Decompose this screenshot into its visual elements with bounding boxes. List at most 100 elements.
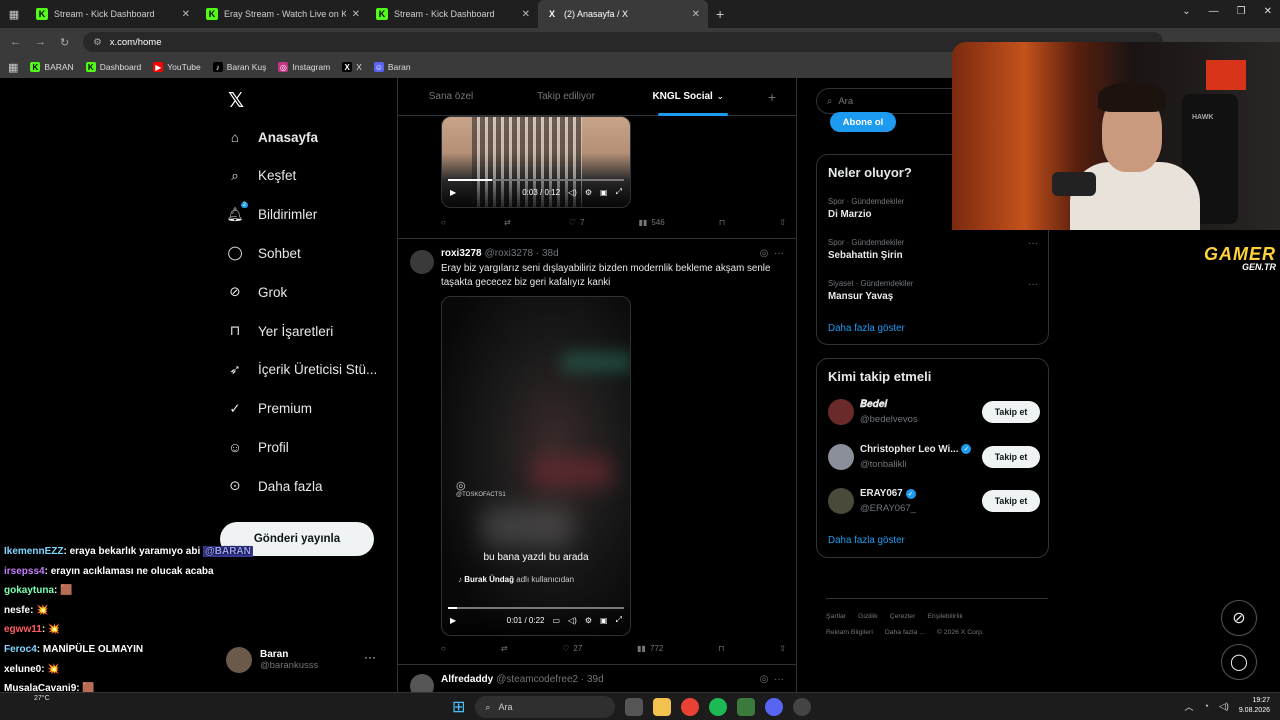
sidebar-item-profile[interactable]: ☺ Profil (226, 438, 289, 456)
post1-video[interactable]: ▶ 0:03 / 0:12 ◁) ⚙ ▣ ⤢ (441, 116, 631, 208)
browser-tab[interactable]: K Stream - Kick Dashboard ✕ (368, 0, 538, 28)
reply-icon[interactable]: ○ (441, 644, 446, 653)
trends-show-more[interactable]: Daha fazla göster (828, 323, 905, 334)
browser-tab[interactable]: K Eray Stream - Watch Live on Ki ✕ (198, 0, 368, 28)
follow-show-more[interactable]: Daha fazla göster (828, 535, 905, 546)
footer-link[interactable]: Daha fazla ... (885, 629, 925, 636)
file-explorer-icon[interactable] (653, 698, 672, 716)
subscribe-button[interactable]: Abone ol (830, 112, 896, 132)
sidebar-item-bookmark[interactable]: ⊓ Yer İşaretleri (226, 322, 334, 340)
video-progress[interactable] (448, 607, 624, 609)
avatar[interactable] (410, 674, 434, 692)
follow-suggestion[interactable]: Christopher Leo Wi... ✓ @tonbalikli Takip e… (828, 442, 1040, 478)
share-icon[interactable]: ⇧ (779, 644, 786, 653)
more-icon[interactable]: ··· (1028, 238, 1038, 249)
minimize-button[interactable]: — (1209, 6, 1219, 17)
volume-icon[interactable]: ◁) (568, 188, 577, 197)
bookmark-item[interactable]: XX (342, 62, 362, 72)
sidebar-item-bell[interactable]: 🔔︎ 2 Bildirimler (226, 201, 317, 224)
weather-widget[interactable]: 27°C (34, 695, 50, 702)
avatar[interactable] (410, 250, 434, 274)
views-icon[interactable]: ▮▮ 772 (637, 644, 663, 653)
grok-icon[interactable]: ◎ (760, 248, 769, 259)
bookmark-item[interactable]: ♪ Baran Kuş (212, 62, 266, 72)
tab-kngl-social[interactable]: KNGL Social ⌄ (628, 78, 748, 116)
maximize-button[interactable]: ❐ (1237, 6, 1246, 17)
avatar[interactable] (828, 488, 854, 514)
browser-tab[interactable]: K Stream - Kick Dashboard ✕ (28, 0, 198, 28)
sidebar-item-rocket[interactable]: ➶ İçerik Üreticisi Stü... (226, 361, 377, 379)
footer-link[interactable]: Çerezler (890, 613, 916, 620)
network-icon[interactable]: ◔ (1203, 701, 1208, 711)
add-list-icon[interactable]: + (748, 89, 796, 105)
follow-button[interactable]: Takip et (982, 490, 1040, 512)
footer-link[interactable]: Gizlilik (858, 613, 878, 620)
pip-icon[interactable]: ▣ (600, 188, 608, 197)
follow-button[interactable]: Takip et (982, 401, 1040, 423)
taskbar-search[interactable]: ⌕ Ara (475, 696, 616, 718)
sidebar-item-grok[interactable]: ⊘ Grok (226, 283, 287, 301)
repost-icon[interactable]: ⇄ (501, 644, 508, 653)
captions-icon[interactable]: ▭ (552, 616, 560, 625)
tab-search-icon[interactable]: ⌄ (1182, 6, 1190, 17)
follow-button[interactable]: Takip et (982, 445, 1040, 468)
close-tab-icon[interactable]: ✕ (692, 9, 700, 20)
bookmark-item[interactable]: ☺ Baran (373, 62, 411, 72)
bookmark-item[interactable]: K Dashboard (85, 62, 141, 72)
messages-fab[interactable]: ◯ (1221, 644, 1257, 680)
chat-username[interactable]: nesfe (4, 605, 30, 616)
bookmark-item[interactable]: ▶ YouTube (153, 62, 201, 72)
close-tab-icon[interactable]: ✕ (522, 9, 530, 20)
repost-icon[interactable]: ⇄ (504, 218, 515, 227)
bookmark-item[interactable]: ◎ Instagram (278, 62, 330, 72)
reply-icon[interactable]: ○ (441, 218, 450, 227)
pip-icon[interactable]: ▣ (600, 616, 608, 625)
like-icon[interactable]: ♡ 7 (569, 218, 585, 227)
fullscreen-icon[interactable]: ⤢ (616, 615, 622, 625)
trend-item[interactable]: Siyaset · Gündemdekiler Mansur Yavaş ··· (828, 279, 1038, 302)
close-window-button[interactable]: ✕ (1264, 6, 1272, 17)
close-tab-icon[interactable]: ✕ (182, 9, 190, 20)
chat-username[interactable]: IkemennEZZ (4, 546, 63, 557)
author-handle[interactable]: @roxi3278 · 38d (485, 248, 559, 259)
site-info-icon[interactable]: ⚙ (93, 37, 102, 48)
author-name[interactable]: Alfredaddy (441, 674, 493, 685)
fullscreen-icon[interactable]: ⤢ (616, 187, 622, 197)
share-icon[interactable]: ⇧ (779, 218, 786, 227)
tab-grid-icon[interactable]: ▦ (0, 8, 28, 21)
obs-icon[interactable] (793, 698, 812, 716)
chevron-up-icon[interactable]: ︿ (1184, 700, 1193, 713)
more-icon[interactable]: ··· (1028, 279, 1038, 290)
close-tab-icon[interactable]: ✕ (352, 9, 360, 20)
new-tab-button[interactable]: + (708, 6, 732, 22)
post2-video[interactable]: ◎ @TOSKOFACTS1 bu bana yazdı bu arada ♪ … (441, 296, 631, 636)
chat-username[interactable]: egww11 (4, 624, 42, 635)
apps-icon[interactable]: ▦ (8, 61, 18, 74)
reload-button[interactable]: ↻ (60, 36, 69, 49)
volume-icon[interactable]: ◁) (1219, 701, 1229, 712)
bookmark-item[interactable]: K BARAN (30, 62, 74, 72)
back-button[interactable]: ← (10, 36, 21, 48)
author-handle[interactable]: @steamcodefree2 · 39d (496, 674, 603, 685)
sidebar-item-more-circle[interactable]: ⊙ Daha fazla (226, 477, 322, 495)
avatar[interactable] (828, 399, 854, 425)
footer-link[interactable]: Erişilebilirlik (927, 613, 963, 620)
settings-icon[interactable]: ⚙ (585, 188, 592, 197)
chat-username[interactable]: Feroc4 (4, 644, 37, 655)
sidebar-item-home[interactable]: ⌂ Anasayfa (226, 128, 318, 146)
sidebar-item-chat[interactable]: ◯ Sohbet (226, 244, 300, 262)
chrome-icon[interactable] (681, 698, 700, 716)
grok-fab[interactable]: ⊘ (1221, 600, 1257, 636)
play-icon[interactable]: ▶ (450, 616, 456, 625)
more-icon[interactable]: ··· (774, 248, 784, 259)
clock[interactable]: 19:27 9.08.2026 (1239, 696, 1270, 716)
task-view-icon[interactable] (625, 698, 644, 716)
sidebar-item-search[interactable]: ⌕ Keşfet (226, 167, 296, 185)
more-icon[interactable]: ··· (774, 674, 784, 685)
x-logo-icon[interactable]: 𝕏 (228, 88, 244, 113)
browser-tab[interactable]: X (2) Anasayfa / X ✕ (538, 0, 708, 28)
footer-link[interactable]: Reklam Bilgileri (826, 629, 873, 636)
follow-suggestion[interactable]: ERAY067 ✓ @ERAY067_ Takip et (828, 486, 1040, 522)
trend-item[interactable]: Spor · Gündemdekiler Sebahattin Şirin ··· (828, 238, 1038, 261)
footer-link[interactable]: Şartlar (826, 613, 846, 620)
